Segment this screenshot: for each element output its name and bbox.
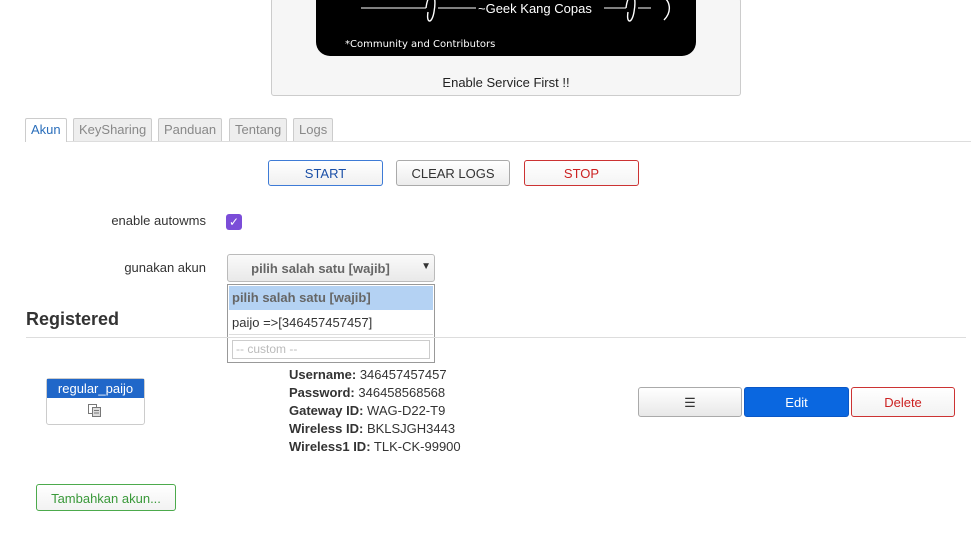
drag-handle-button[interactable]: ☰ (638, 387, 742, 417)
checkmark-icon: ✓ (228, 215, 240, 229)
account-card-title: regular_paijo (47, 379, 144, 398)
tab-divider (26, 141, 971, 142)
password-value: 346458568568 (358, 385, 446, 400)
akun-option-paijo[interactable]: paijo =>[346457457457] (229, 311, 433, 335)
wireless1-value: TLK-CK-99900 (373, 439, 461, 454)
add-account-button[interactable]: Tambahkan akun... (36, 484, 176, 511)
tab-logs[interactable]: Logs (293, 118, 334, 141)
autowms-label: enable autowms (111, 213, 206, 228)
gateway-value: WAG-D22-T9 (367, 403, 446, 418)
autowms-checkbox[interactable]: ✓ (226, 214, 242, 230)
start-button[interactable]: START (268, 160, 383, 186)
wireless-row: Wireless ID: BKLSJGH3443 (289, 420, 455, 438)
stop-button[interactable]: STOP (524, 160, 639, 186)
tab-tentang[interactable]: Tentang (229, 118, 288, 141)
chevron-down-icon: ▼ (421, 261, 431, 272)
banner-community-text: *Community and Contributors (345, 39, 496, 50)
banner-tagline: ~Geek Kang Copas (478, 1, 592, 16)
service-status-text: Enable Service First !! (442, 75, 570, 90)
wireless1-row: Wireless1 ID: TLK-CK-99900 (289, 438, 461, 456)
tab-keysharing[interactable]: KeySharing (73, 118, 153, 141)
akun-option-default[interactable]: pilih salah satu [wajib] (229, 286, 433, 310)
wireless1-label: Wireless1 ID: (289, 439, 371, 454)
copy-icon[interactable] (88, 404, 101, 417)
gateway-row: Gateway ID: WAG-D22-T9 (289, 402, 445, 420)
registered-divider (26, 337, 966, 338)
akun-select[interactable]: pilih salah satu [wajib] ▼ (227, 254, 435, 282)
tab-akun[interactable]: Akun (25, 118, 67, 142)
username-row: Username: 346457457457 (289, 366, 447, 384)
delete-button[interactable]: Delete (851, 387, 955, 417)
akun-dropdown: pilih salah satu [wajib] paijo =>[346457… (227, 284, 435, 363)
custom-akun-input[interactable]: -- custom -- (232, 340, 430, 359)
clear-logs-button[interactable]: CLEAR LOGS (396, 160, 510, 186)
username-label: Username: (289, 367, 357, 382)
edit-button[interactable]: Edit (744, 387, 849, 417)
account-card[interactable]: regular_paijo (46, 378, 145, 425)
username-value: 346457457457 (359, 367, 447, 382)
registered-heading: Registered (26, 309, 120, 329)
akun-label: gunakan akun (124, 260, 206, 275)
password-label: Password: (289, 385, 355, 400)
wireless-label: Wireless ID: (289, 421, 364, 436)
tab-panduan[interactable]: Panduan (158, 118, 223, 141)
wireless-value: BKLSJGH3443 (366, 421, 456, 436)
password-row: Password: 346458568568 (289, 384, 445, 402)
akun-select-value: pilih salah satu [wajib] (251, 261, 390, 276)
gateway-label: Gateway ID: (289, 403, 364, 418)
